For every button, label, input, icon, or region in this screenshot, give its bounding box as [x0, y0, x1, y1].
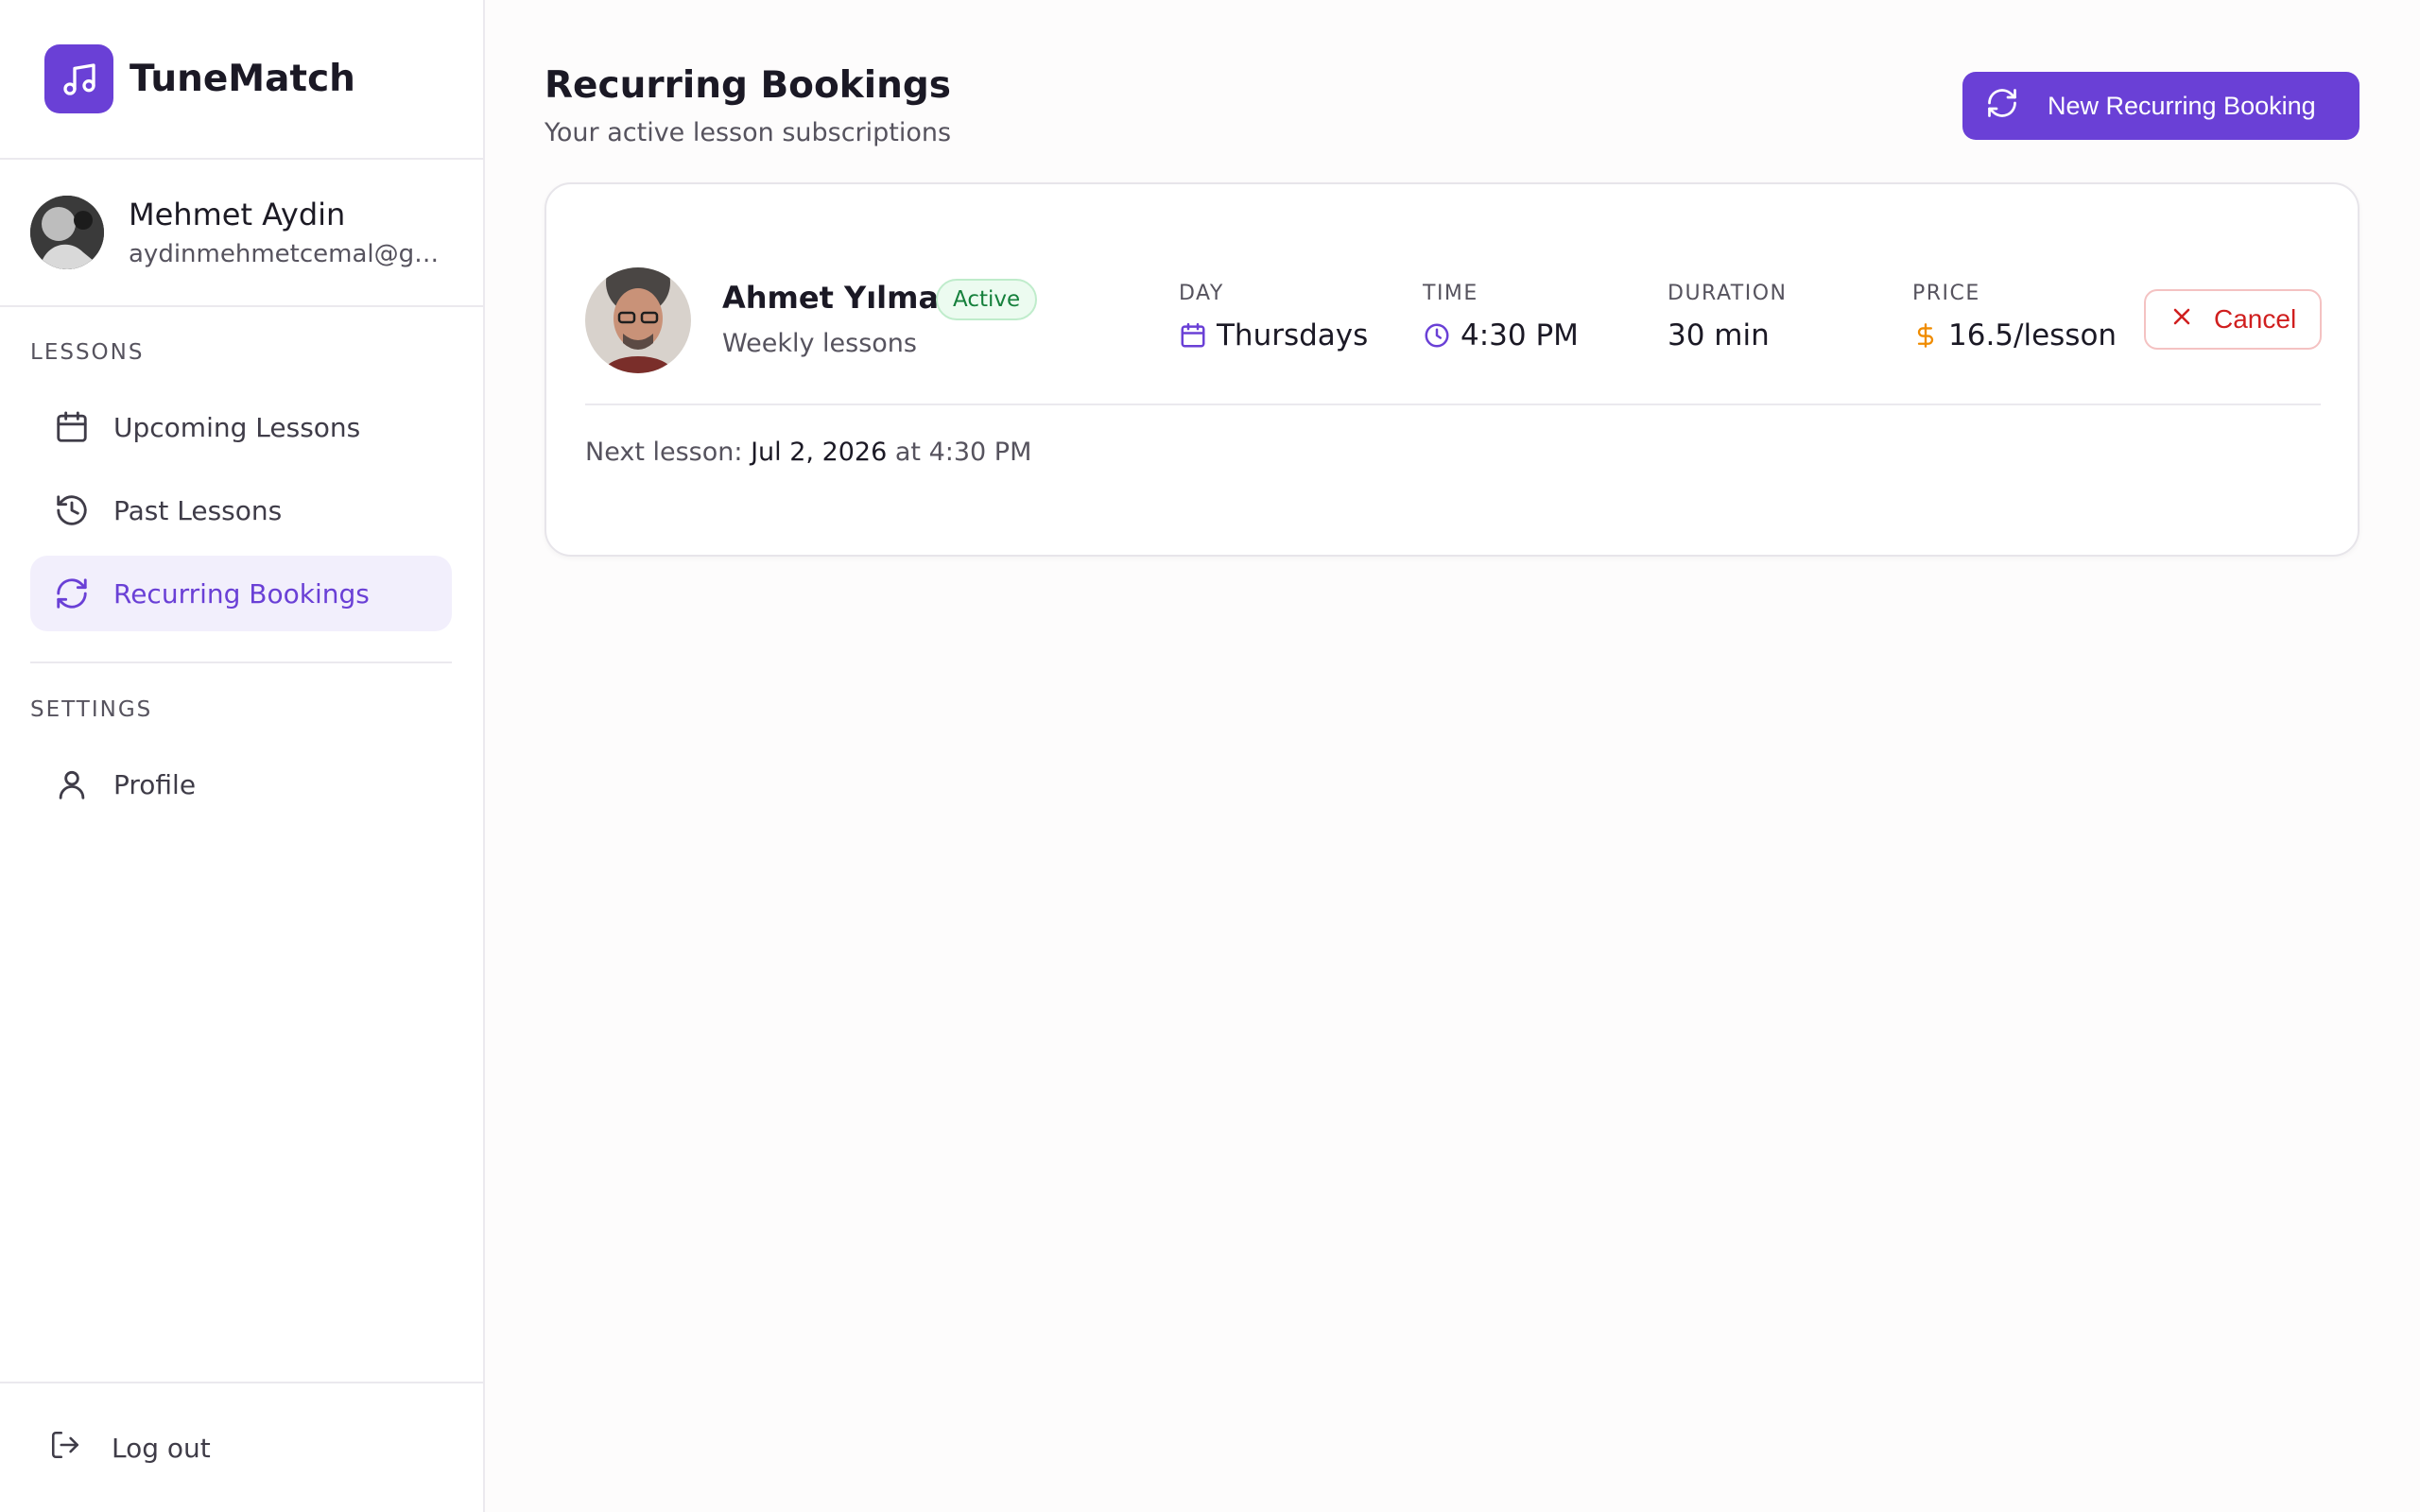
status-badge: Active [936, 279, 1038, 320]
next-lesson-date: Jul 2, 2026 [751, 438, 888, 467]
calendar-icon [53, 408, 91, 446]
price-label: PRICE [1912, 282, 1980, 305]
user-card[interactable]: Mehmet Aydin aydinmehmetcemal@gm... [0, 160, 483, 307]
sidebar: TuneMatch Mehmet Aydin aydinmehmetcemal@… [0, 0, 485, 1512]
time-value: 4:30 PM [1461, 318, 1579, 352]
user-email: aydinmehmetcemal@gm... [129, 240, 450, 268]
logout-icon [49, 1429, 81, 1468]
sidebar-item-upcoming-lessons[interactable]: Upcoming Lessons [30, 389, 452, 465]
sidebar-item-recurring-bookings[interactable]: Recurring Bookings [30, 556, 452, 631]
sidebar-item-label: Upcoming Lessons [113, 411, 361, 443]
cancel-button[interactable]: Cancel [2144, 289, 2322, 350]
music-note-icon [44, 44, 113, 113]
refresh-icon [1985, 86, 2019, 127]
logout-label: Log out [112, 1432, 211, 1464]
time-label: TIME [1423, 282, 1478, 305]
day-label: DAY [1179, 282, 1224, 305]
close-icon [2169, 303, 2195, 336]
next-lesson-prefix: Next lesson: [585, 438, 743, 467]
dollar-icon [1912, 321, 1939, 350]
brand-name: TuneMatch [130, 58, 355, 100]
next-lesson: Next lesson: Jul 2, 2026 at 4:30 PM [585, 438, 1031, 467]
sidebar-item-label: Recurring Bookings [113, 577, 370, 610]
sidebar-item-label: Profile [113, 768, 197, 800]
user-name: Mehmet Aydin [129, 197, 346, 232]
card-divider [585, 404, 2321, 405]
calendar-icon [1179, 321, 1207, 350]
duration-label: DURATION [1668, 282, 1788, 305]
new-recurring-booking-button[interactable]: New Recurring Booking [1962, 72, 2360, 140]
duration-value: 30 min [1668, 318, 1770, 352]
sidebar-item-label: Past Lessons [113, 494, 283, 526]
price-field: PRICE 16.5/lesson [1912, 282, 2117, 352]
lesson-frequency: Weekly lessons [722, 329, 917, 358]
duration-field: DURATION 30 min [1668, 282, 1787, 352]
history-icon [53, 491, 91, 529]
page-subtitle: Your active lesson subscriptions [544, 118, 952, 147]
settings-section-label: SETTINGS [30, 697, 153, 722]
refresh-icon [53, 575, 91, 612]
sidebar-item-past-lessons[interactable]: Past Lessons [30, 472, 452, 548]
brand[interactable]: TuneMatch [0, 0, 483, 160]
sidebar-item-profile[interactable]: Profile [30, 747, 452, 822]
cancel-label: Cancel [2214, 304, 2297, 334]
page-title: Recurring Bookings [544, 64, 951, 107]
lessons-section-label: LESSONS [30, 340, 145, 365]
logout-button[interactable]: Log out [0, 1382, 483, 1512]
teacher-name: Ahmet Yılmaz [722, 280, 957, 316]
clock-icon [1423, 321, 1451, 350]
time-field: TIME 4:30 PM [1423, 282, 1579, 352]
day-field: DAY Thursdays [1179, 282, 1368, 352]
next-lesson-time: at 4:30 PM [894, 438, 1032, 467]
teacher-avatar [585, 267, 691, 373]
day-value: Thursdays [1217, 318, 1369, 352]
new-recurring-booking-label: New Recurring Booking [2048, 91, 2316, 120]
user-icon [53, 765, 91, 803]
booking-card: Ahmet Yılmaz Active Weekly lessons DAY T… [544, 182, 2360, 557]
avatar [30, 196, 104, 269]
sidebar-divider [30, 662, 452, 663]
price-value: 16.5/lesson [1948, 318, 2118, 352]
